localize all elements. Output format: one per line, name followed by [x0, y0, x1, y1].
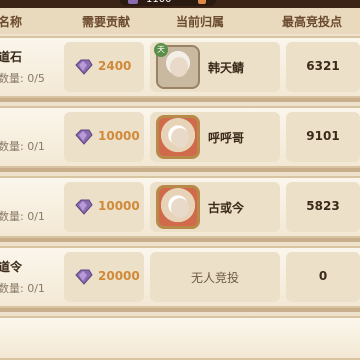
purple-gem-icon	[75, 269, 93, 285]
bid-cell: 0	[286, 252, 360, 302]
owner-name: 韩天鲭	[208, 61, 245, 75]
owner-name: 呼呼哥	[208, 131, 245, 145]
table-row[interactable]: 道石 数量: 0/5 2400 天 韩天鲭 6321	[0, 36, 360, 102]
auction-list: 道石 数量: 0/5 2400 天 韩天鲭 6321 数量: 0/1 10000…	[0, 34, 360, 360]
purple-gem-icon	[75, 129, 93, 145]
table-row[interactable]: 数量: 0/1 10000 古或今 5823	[0, 176, 360, 242]
header-name: 名称	[0, 15, 23, 29]
owner-name: 古或今	[208, 201, 245, 215]
item-name: 道石	[0, 50, 23, 64]
contribution-cell: 20000	[64, 252, 144, 302]
table-header: 名称 需要贡献 当前归属 最高竞投点	[0, 8, 360, 34]
gem-icon	[128, 0, 138, 4]
table-row[interactable]: 数量: 0/1 10000 呼呼哥 9101	[0, 106, 360, 172]
flame-icon	[198, 0, 206, 4]
header-highest-bid: 最高竞投点	[282, 15, 343, 29]
purple-gem-icon	[75, 59, 93, 75]
bid-cell: 5823	[286, 182, 360, 232]
contribution-cell: 10000	[64, 182, 144, 232]
item-quantity: 数量: 0/1	[0, 282, 45, 295]
owner-avatar[interactable]	[156, 185, 200, 229]
owner-avatar[interactable]	[156, 115, 200, 159]
avatar-face	[170, 57, 188, 77]
purple-gem-icon	[75, 199, 93, 215]
contribution-cell: 2400	[64, 42, 144, 92]
currency-value: 1100	[146, 0, 171, 5]
item-name: 道令	[0, 260, 23, 274]
owner-cell: 无人竞投	[150, 252, 280, 302]
contribution-value: 10000	[98, 199, 140, 213]
row-divider	[0, 168, 360, 172]
row-divider	[0, 238, 360, 242]
avatar-badge: 天	[154, 43, 168, 57]
highest-bid-value: 6321	[306, 59, 340, 73]
item-quantity: 数量: 0/1	[0, 210, 45, 223]
owner-cell[interactable]: 古或今	[150, 182, 280, 232]
avatar-face	[171, 198, 189, 218]
contribution-value: 10000	[98, 129, 140, 143]
bid-cell: 9101	[286, 112, 360, 162]
bid-cell: 6321	[286, 42, 360, 92]
highest-bid-value: 0	[318, 269, 328, 283]
highest-bid-value: 5823	[306, 199, 340, 213]
table-row[interactable]	[0, 316, 360, 360]
row-divider	[0, 98, 360, 102]
header-contribution: 需要贡献	[82, 15, 131, 29]
contribution-value: 20000	[98, 269, 140, 283]
row-divider	[0, 308, 360, 312]
owner-cell[interactable]: 天 韩天鲭	[150, 42, 280, 92]
contribution-value: 2400	[98, 59, 132, 73]
item-quantity: 数量: 0/1	[0, 140, 45, 153]
owner-avatar[interactable]: 天	[154, 43, 200, 89]
highest-bid-value: 9101	[306, 129, 340, 143]
owner-cell[interactable]: 呼呼哥	[150, 112, 280, 162]
currency-pill: 1100	[120, 0, 216, 6]
table-row[interactable]: 道令 数量: 0/1 20000 无人竞投 0	[0, 246, 360, 312]
item-quantity: 数量: 0/5	[0, 72, 45, 85]
avatar-face	[171, 128, 189, 148]
contribution-cell: 10000	[64, 112, 144, 162]
no-bid-label: 无人竞投	[190, 271, 239, 285]
header-owner: 当前归属	[176, 15, 225, 29]
